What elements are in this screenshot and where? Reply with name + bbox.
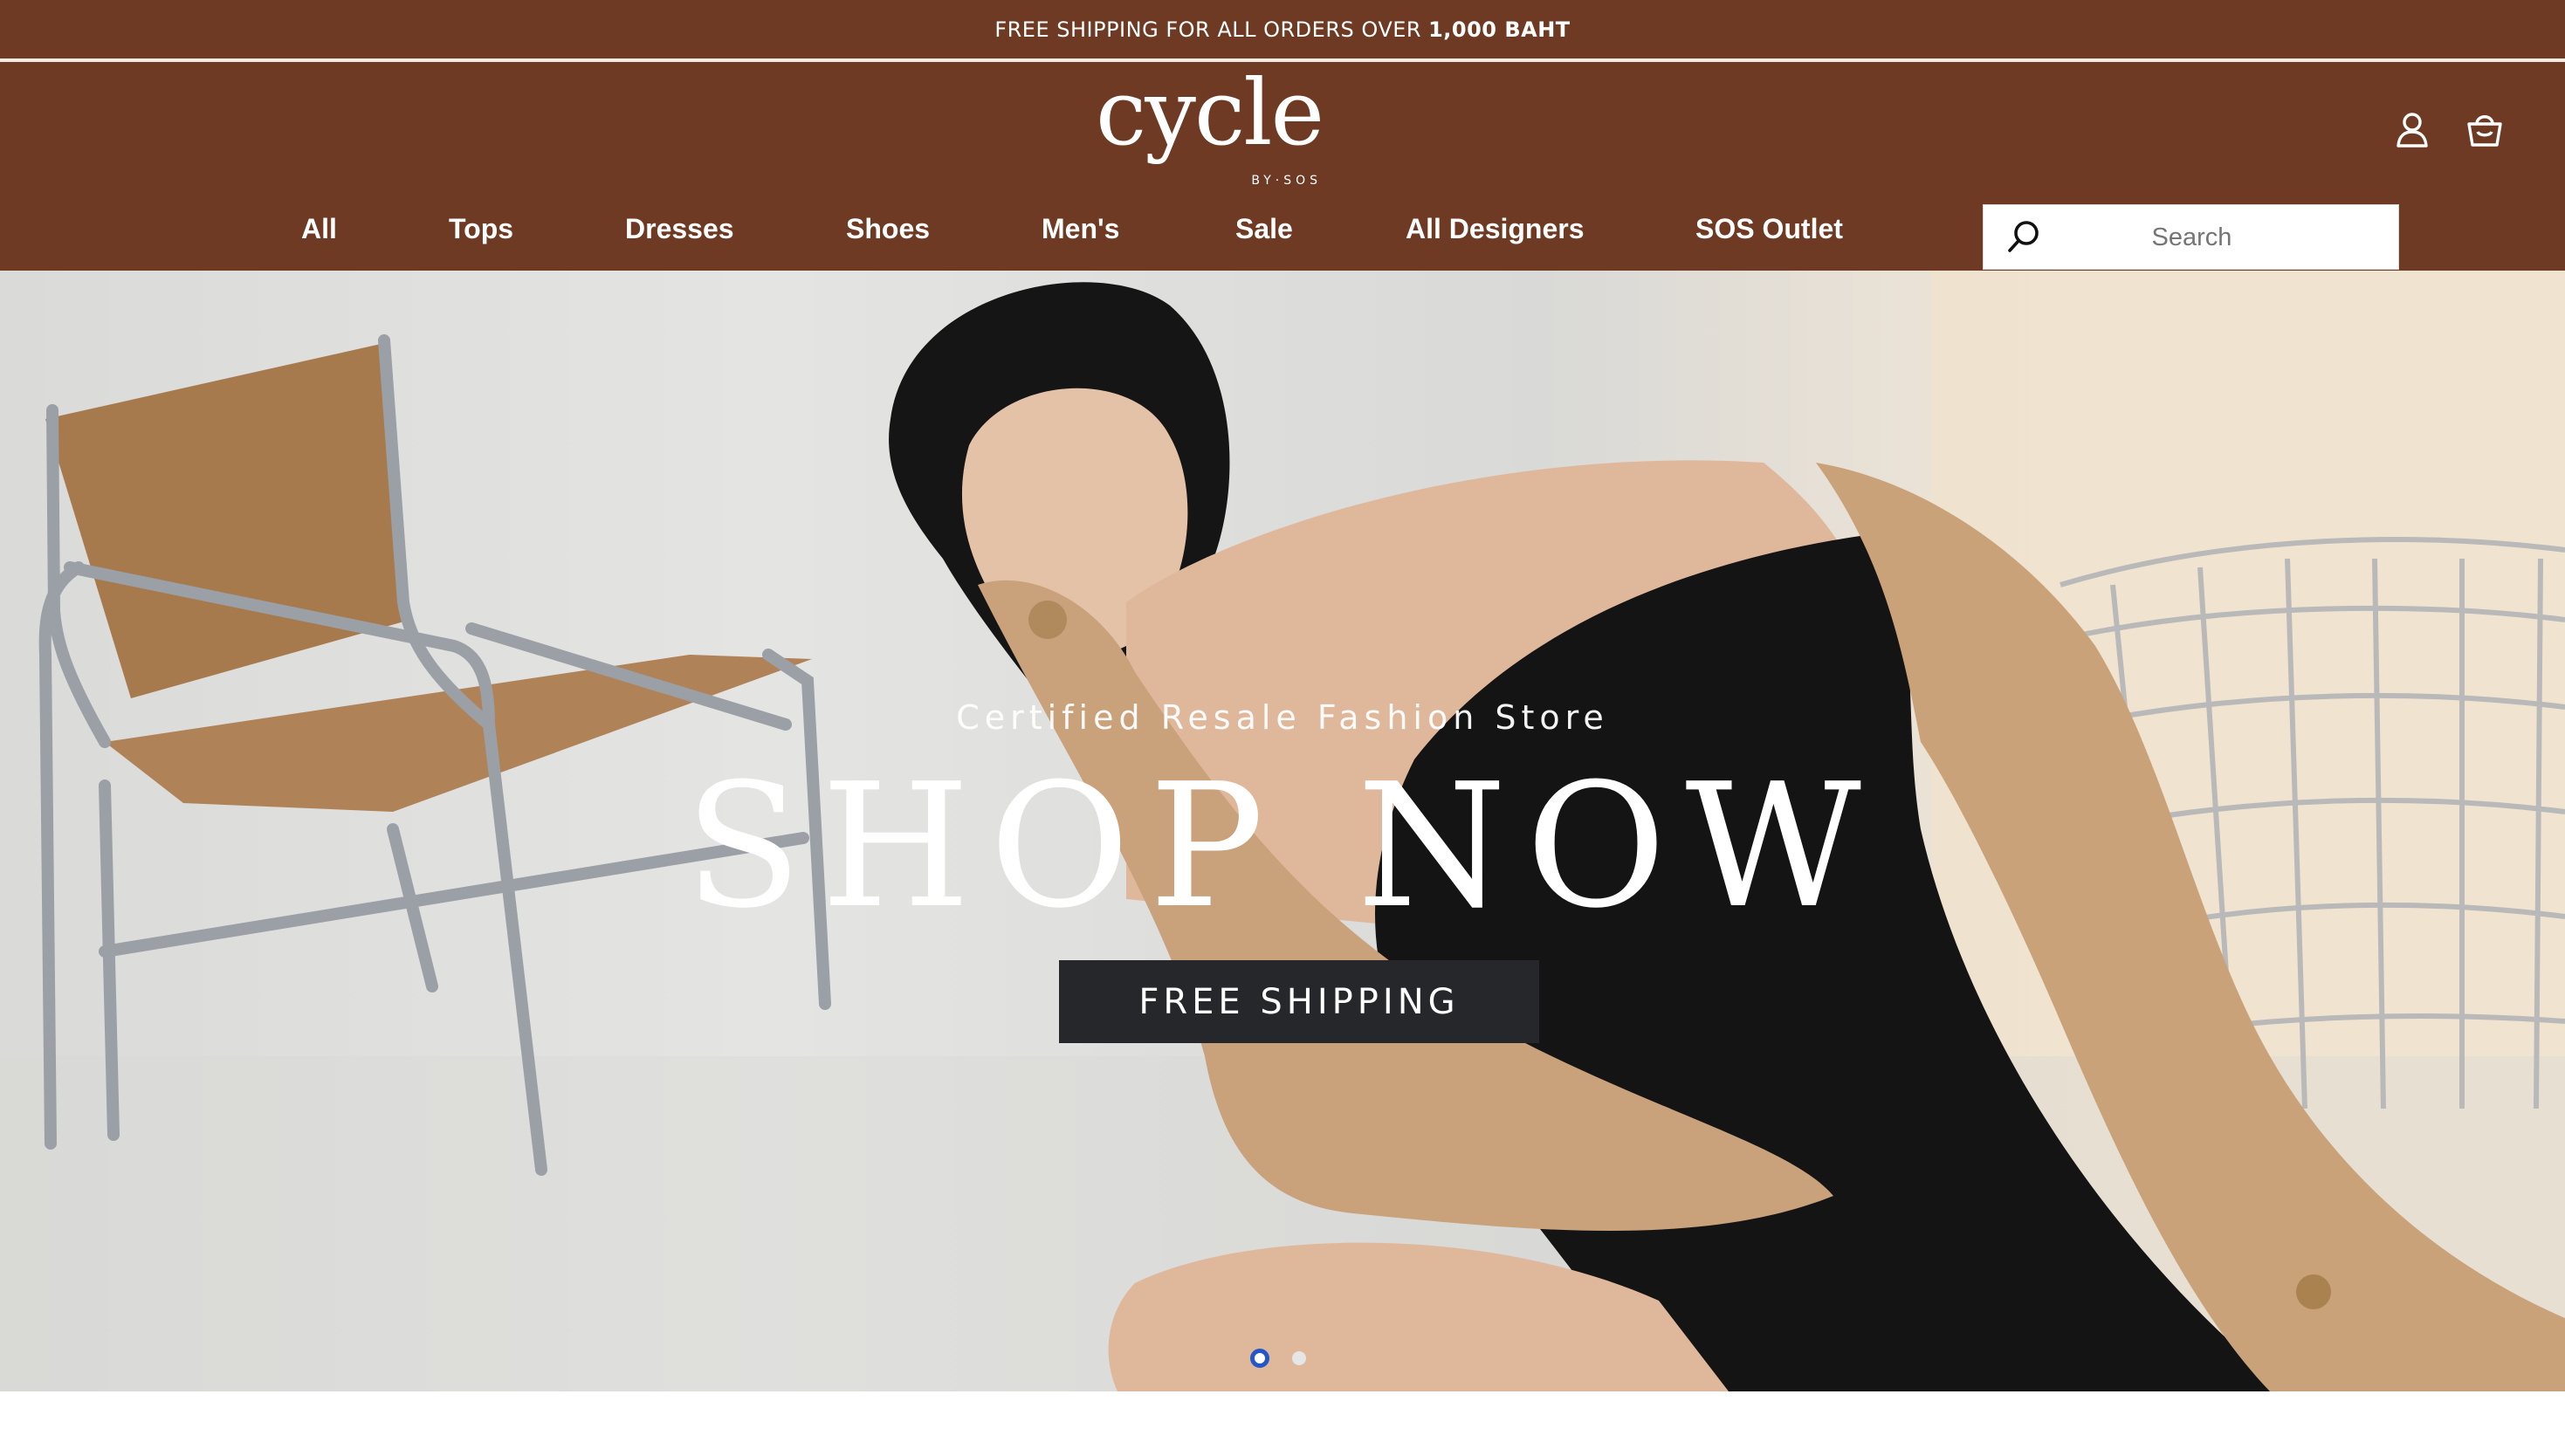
nav-item-shoes[interactable]: Shoes (846, 202, 930, 256)
hero-eyebrow: Certified Resale Fashion Store (956, 698, 1609, 737)
nav-item-tops[interactable]: Tops (449, 202, 513, 256)
nav-item-sos-outlet[interactable]: SOS Outlet (1695, 202, 1843, 256)
search-input[interactable] (1984, 205, 2400, 271)
logo-subtitle: BY·SOS (1251, 174, 1322, 188)
nav-item-all-designers[interactable]: All Designers (1406, 202, 1585, 256)
user-icon (2397, 113, 2428, 148)
account-button[interactable] (2392, 109, 2432, 149)
hero-banner[interactable]: Certified Resale Fashion Store SHOP NOW … (0, 271, 2565, 1391)
announcement-text: FREE SHIPPING FOR ALL ORDERS OVER (994, 17, 1422, 42)
nav-item-all[interactable]: All (301, 202, 337, 256)
page-below-fold (0, 1391, 2565, 1456)
logo-wordmark: cycle (1095, 59, 1324, 166)
carousel-dot-2[interactable] (1292, 1351, 1306, 1365)
nav-item-sale[interactable]: Sale (1235, 202, 1293, 256)
nav-item-dresses[interactable]: Dresses (625, 202, 734, 256)
announcement-highlight: 1,000 BAHT (1428, 17, 1571, 42)
cart-button[interactable] (2465, 109, 2505, 149)
free-shipping-button[interactable]: FREE SHIPPING (1059, 960, 1539, 1043)
hero-title[interactable]: SHOP NOW (0, 759, 2565, 934)
carousel-dot-1[interactable] (1250, 1349, 1269, 1368)
announcement-bar: FREE SHIPPING FOR ALL ORDERS OVER 1,000 … (0, 0, 2565, 58)
shopping-bag-icon (2467, 115, 2502, 147)
nav-item-mens[interactable]: Men's (1042, 202, 1119, 256)
brand-logo[interactable]: cycle BY·SOS (1091, 67, 1327, 188)
search-box[interactable] (1983, 204, 2400, 271)
